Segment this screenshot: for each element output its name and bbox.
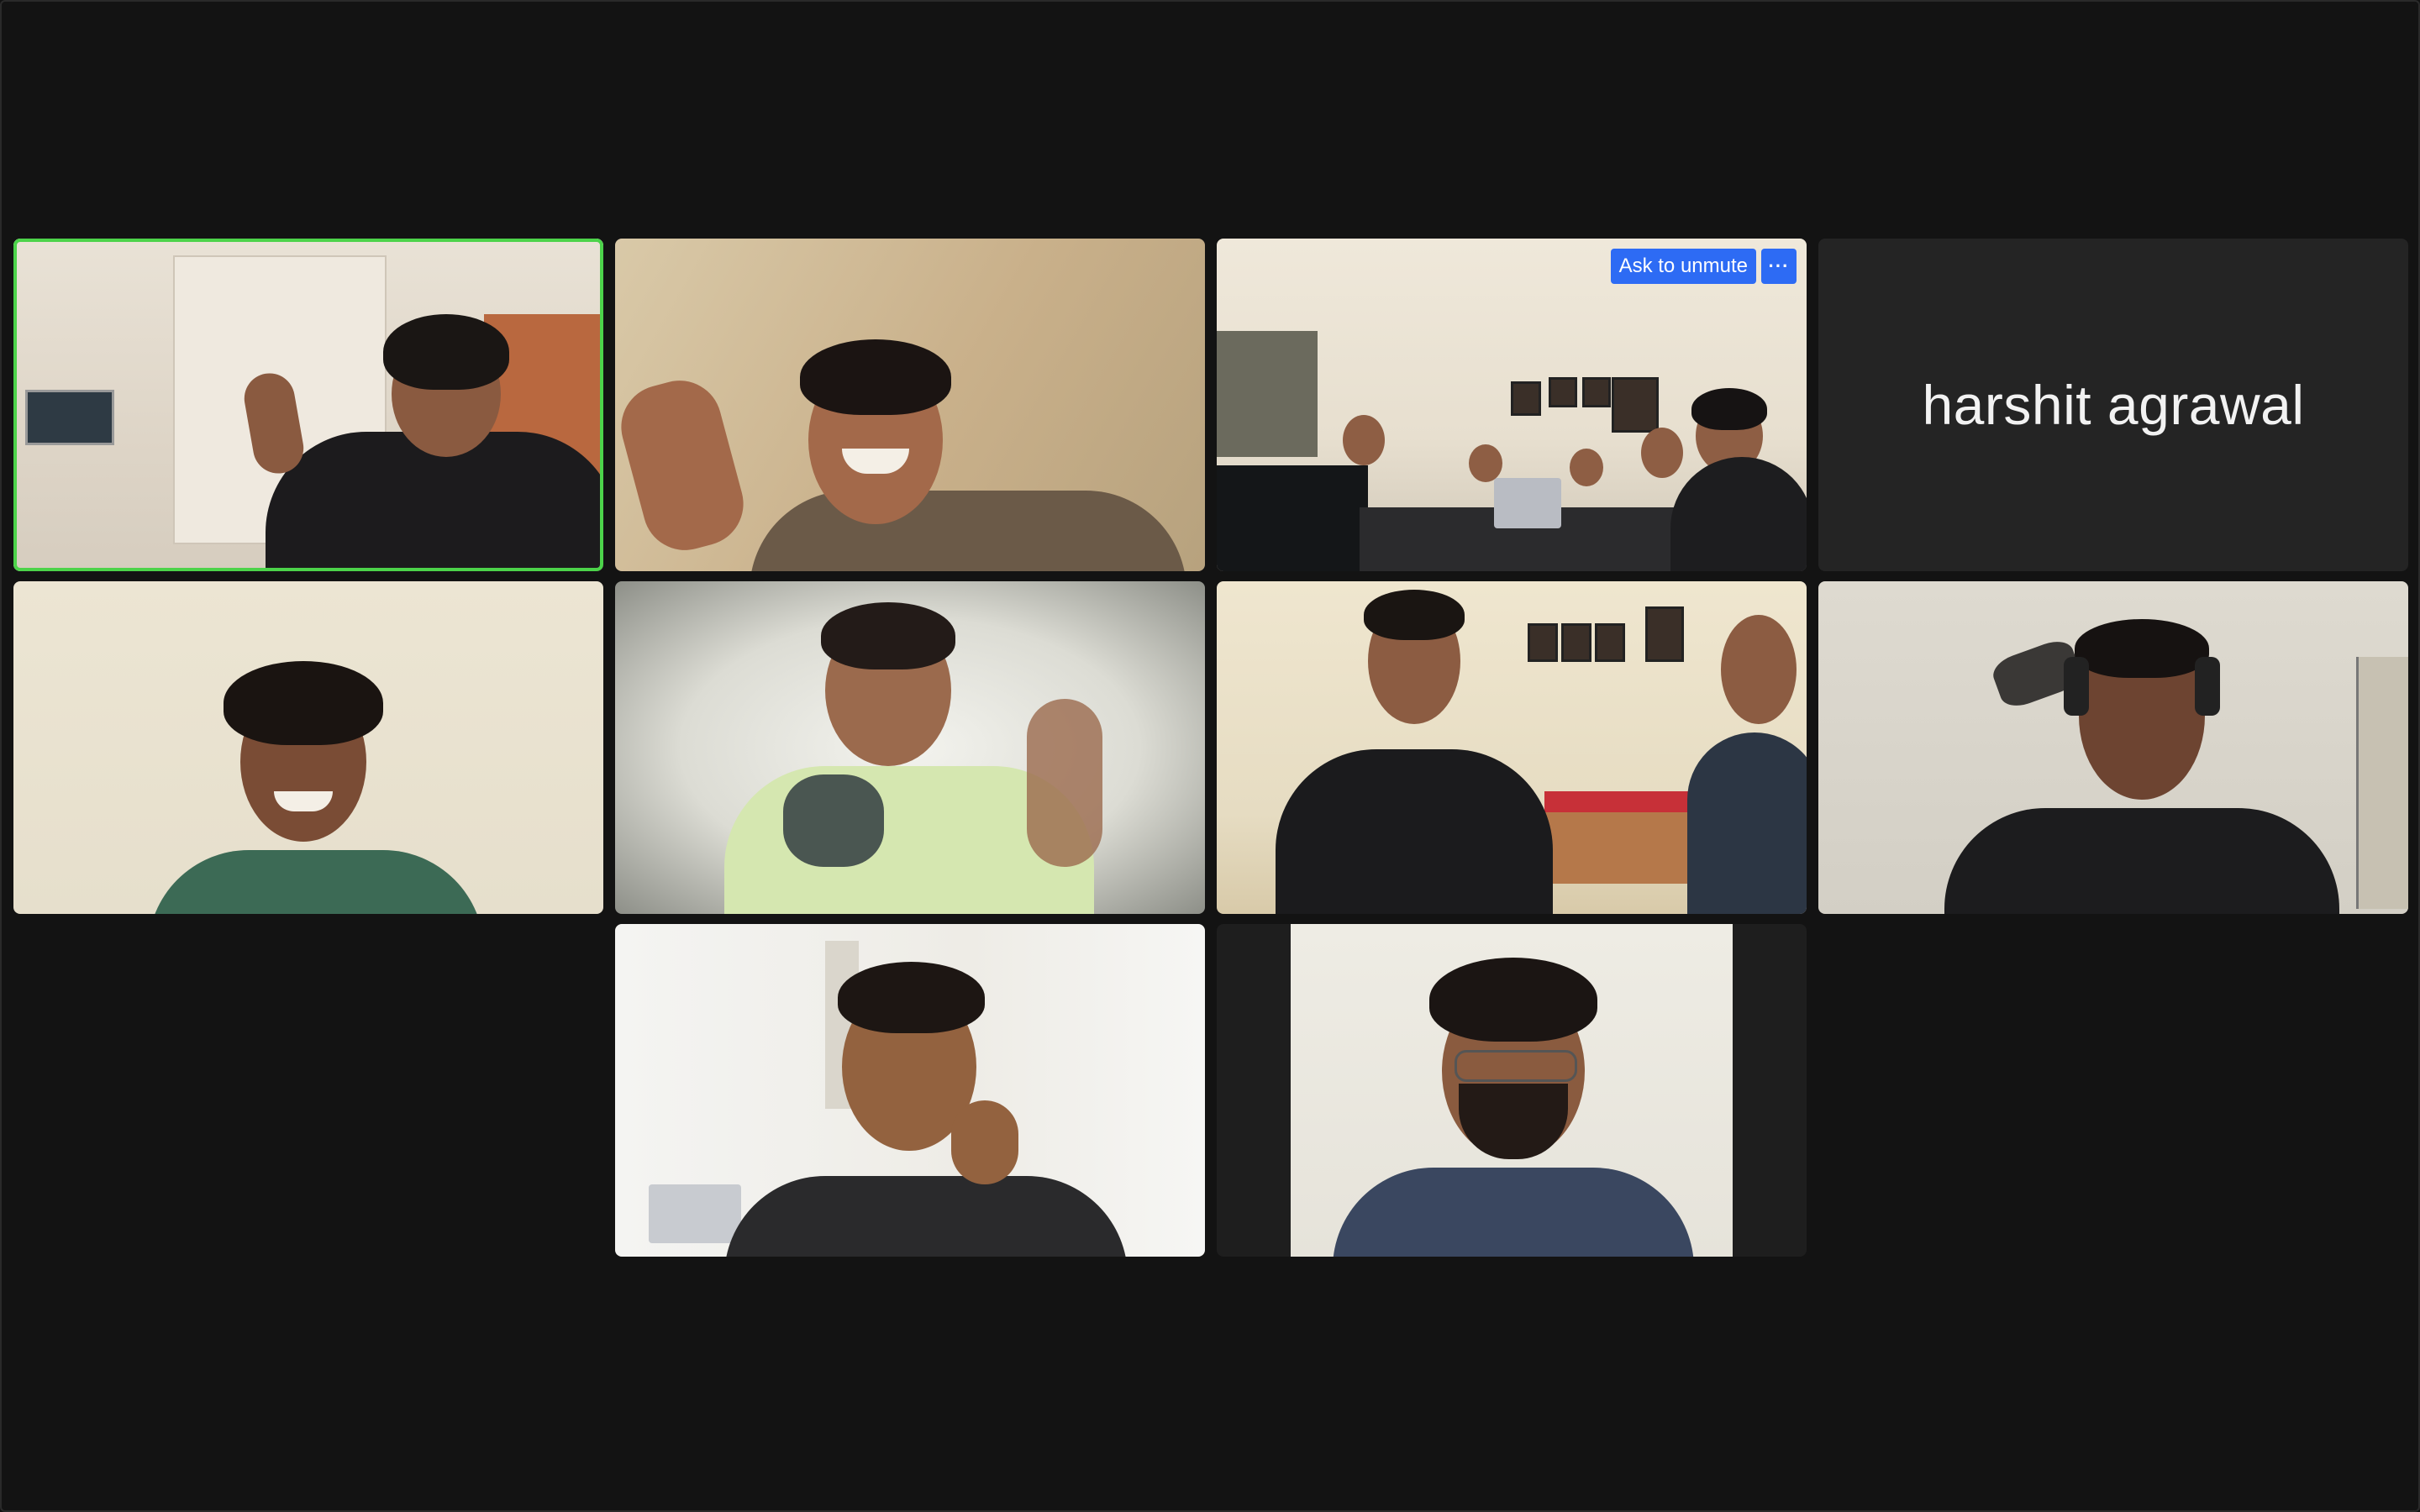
participant-video <box>615 581 1205 914</box>
video-tile-participant-4[interactable]: harshit agrawal <box>1818 239 2408 571</box>
participant-video <box>1217 581 1807 914</box>
video-tile-participant-5[interactable] <box>13 581 603 914</box>
more-options-button[interactable]: ··· <box>1761 249 1797 284</box>
video-tile-participant-9[interactable] <box>615 924 1205 1257</box>
video-tile-participant-7[interactable] <box>1217 581 1807 914</box>
video-tile-participant-8[interactable] <box>1818 581 2408 914</box>
participant-video <box>1291 924 1733 1257</box>
participant-video <box>615 239 1205 571</box>
video-tile-participant-2[interactable] <box>615 239 1205 571</box>
tile-controls: Ask to unmute ··· <box>1610 249 1797 284</box>
video-tile-participant-3-group[interactable]: Ask to unmute ··· <box>1217 239 1807 571</box>
video-tile-participant-6[interactable] <box>615 581 1205 914</box>
meeting-window: Ask to unmute ··· harshit agrawal <box>0 0 2420 1512</box>
participant-video <box>1217 239 1807 571</box>
participant-video <box>13 239 603 571</box>
video-tile-participant-10[interactable] <box>1217 924 1807 1257</box>
participant-video <box>13 581 603 914</box>
participant-video <box>615 924 1205 1257</box>
ask-to-unmute-button[interactable]: Ask to unmute <box>1610 249 1756 284</box>
participant-display-name: harshit agrawal <box>1922 374 2305 436</box>
video-tile-participant-1[interactable] <box>13 239 603 571</box>
ellipsis-icon: ··· <box>1768 255 1790 276</box>
participant-video <box>1818 581 2408 914</box>
